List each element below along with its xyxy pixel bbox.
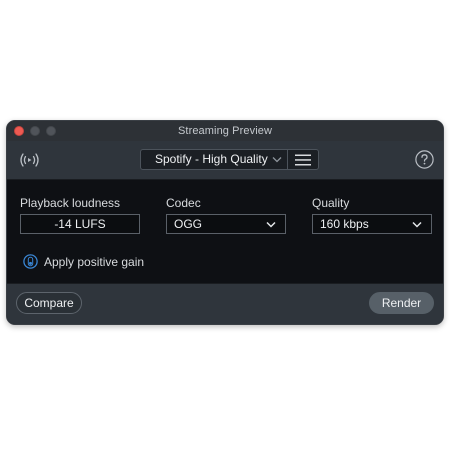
preset-dropdown[interactable]: Spotify - High Quality — [141, 150, 288, 169]
help-icon[interactable] — [415, 150, 434, 169]
quality-value: 160 kbps — [320, 217, 369, 231]
streaming-preview-window: Streaming Preview Spotify - High Quality — [6, 120, 444, 325]
codec-label: Codec — [166, 196, 201, 210]
minimize-window-button[interactable] — [30, 126, 40, 136]
chevron-down-icon — [272, 157, 282, 163]
preset-selector-group: Spotify - High Quality — [140, 149, 319, 170]
quality-dropdown[interactable]: 160 kbps — [312, 214, 432, 234]
apply-gain-label: Apply positive gain — [44, 254, 145, 269]
codec-dropdown[interactable]: OGG — [166, 214, 286, 234]
window-controls — [14, 126, 56, 136]
settings-panel: Playback loudness -14 LUFS Codec OGG Qua… — [7, 180, 443, 285]
chevron-down-icon — [266, 221, 276, 228]
zoom-window-button[interactable] — [46, 126, 56, 136]
loudness-label: Playback loudness — [20, 196, 121, 210]
chevron-down-icon — [412, 221, 422, 228]
title-bar: Streaming Preview — [7, 121, 443, 142]
broadcast-icon[interactable] — [17, 150, 41, 170]
render-button[interactable]: Render — [369, 292, 434, 314]
apply-gain-row[interactable]: Apply positive gain — [23, 254, 144, 269]
hamburger-menu-icon — [295, 154, 311, 165]
compare-button[interactable]: Compare — [16, 292, 82, 314]
window-title: Streaming Preview — [177, 125, 272, 137]
loudness-field[interactable]: -14 LUFS — [20, 214, 140, 234]
footer-bar: Compare Render — [7, 283, 443, 324]
preset-value: Spotify - High Quality — [155, 152, 268, 166]
toolbar: Spotify - High Quality — [7, 141, 443, 180]
preset-menu-button[interactable] — [288, 150, 318, 169]
codec-value: OGG — [174, 217, 203, 231]
toggle-icon[interactable] — [23, 254, 38, 269]
close-window-button[interactable] — [14, 126, 24, 136]
quality-label: Quality — [312, 196, 350, 210]
